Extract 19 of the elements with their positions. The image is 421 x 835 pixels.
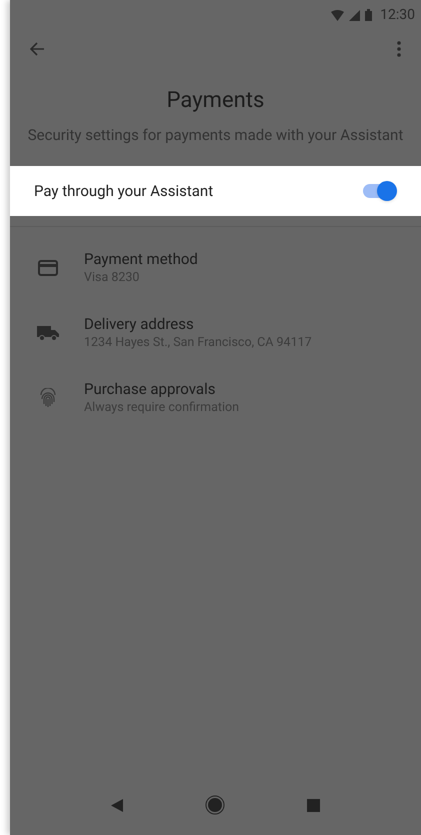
- item-title: Purchase approvals: [84, 379, 216, 399]
- back-arrow-icon[interactable]: [30, 42, 44, 56]
- toggle-row[interactable]: Pay through your Assistant: [10, 166, 421, 216]
- page-title: Payments: [166, 87, 264, 115]
- truck-icon: [37, 324, 59, 340]
- nav-home-icon[interactable]: [205, 795, 225, 815]
- toggle-switch[interactable]: [361, 181, 397, 201]
- fingerprint-icon: [39, 388, 57, 408]
- status-time: 12:30: [380, 6, 415, 24]
- wifi-icon: [331, 10, 344, 20]
- more-menu-icon[interactable]: [397, 41, 401, 57]
- signal-icon: [349, 10, 360, 20]
- battery-icon: [365, 9, 372, 21]
- nav-recents-icon[interactable]: [307, 798, 320, 812]
- nav-back-icon[interactable]: [111, 798, 123, 812]
- item-title: Delivery address: [84, 314, 195, 334]
- item-title: Payment method: [84, 249, 198, 269]
- credit-card-icon: [38, 260, 58, 276]
- toggle-label: Pay through your Assistant: [34, 180, 214, 202]
